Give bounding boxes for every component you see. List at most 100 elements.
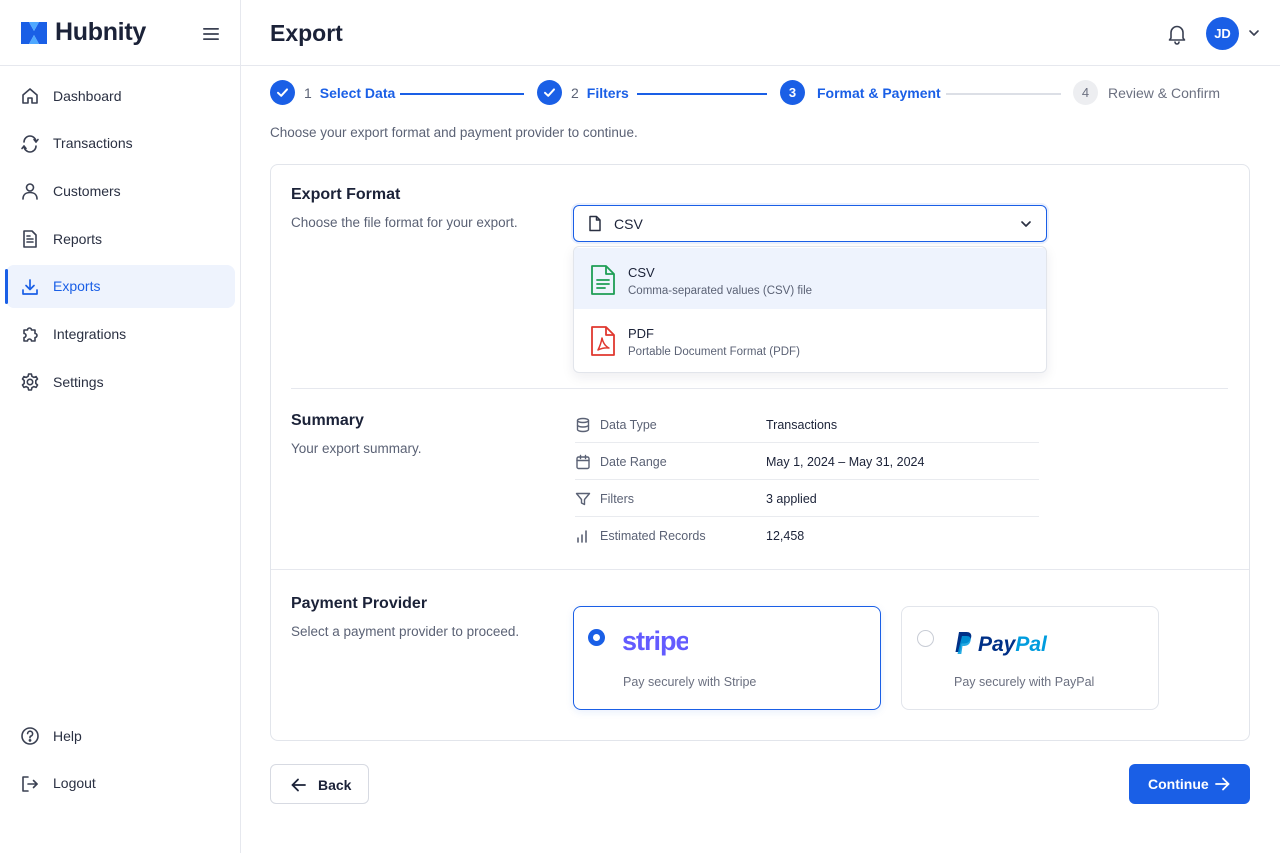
page-title: Export: [270, 20, 343, 46]
paypal-p-icon: [955, 632, 972, 654]
sidebar-nav: Dashboard Transactions Customers Reports…: [0, 74, 241, 408]
avatar[interactable]: JD: [1206, 17, 1239, 50]
payment-title: Payment Provider: [291, 595, 428, 612]
step-label: Filters: [586, 84, 629, 101]
summary-desc: Your export summary.: [291, 441, 422, 456]
sidebar-item-label: Exports: [53, 278, 101, 295]
summary-label: Date Range: [600, 455, 667, 469]
step-select-data[interactable]: 1 Select Data: [270, 80, 395, 105]
hubnity-logo-icon: [21, 22, 47, 44]
arrow-right-icon: [1215, 777, 1230, 791]
export-format-selected: CSV: [614, 216, 643, 232]
transactions-icon: [21, 134, 39, 153]
step-label: Review & Confirm: [1108, 84, 1221, 101]
summary-label: Filters: [600, 492, 635, 506]
format-option-csv[interactable]: CSV Comma-separated values (CSV) file: [574, 248, 1046, 309]
gear-icon: [21, 373, 39, 391]
payment-option-paypal[interactable]: PayPal Pay securely with PayPal: [901, 606, 1159, 710]
chevron-down-icon[interactable]: [1248, 27, 1260, 39]
bar-chart-icon: [577, 530, 587, 543]
sidebar-bottom: Help Logout: [0, 714, 241, 809]
check-icon: [270, 80, 295, 105]
paypal-logo: PayPal: [978, 633, 1048, 656]
step-number-badge: 3: [780, 80, 805, 105]
sidebar-item-label: Customers: [53, 182, 121, 199]
bell-icon[interactable]: [1167, 23, 1187, 45]
home-icon: [22, 88, 38, 104]
sidebar: Hubnity Dashboard Transactions Customers…: [0, 0, 241, 853]
step-review-confirm[interactable]: 4 Review & Confirm: [1073, 80, 1220, 105]
back-button-label: Back: [318, 777, 352, 793]
stripe-wordmark: stripe: [622, 626, 688, 656]
summary-value: 12,458: [766, 529, 805, 543]
step-number: 1: [304, 84, 312, 101]
format-option-pdf[interactable]: PDF Portable Document Format (PDF): [574, 309, 1046, 370]
sidebar-item-dashboard[interactable]: Dashboard: [6, 74, 235, 117]
payment-desc: Select a payment provider to proceed.: [291, 624, 520, 639]
paypal-wordmark: PayPal: [978, 633, 1048, 656]
arrow-left-icon: [291, 778, 306, 792]
stripe-radio[interactable]: [588, 629, 605, 646]
sidebar-item-label: Transactions: [53, 135, 133, 152]
page-subtitle: Choose your export format and payment pr…: [270, 125, 638, 140]
step-label: Select Data: [319, 84, 396, 101]
logout-icon: [22, 775, 38, 792]
step-connector: [400, 93, 524, 95]
sidebar-item-transactions[interactable]: Transactions: [6, 122, 235, 165]
report-icon: [23, 230, 37, 248]
option-title: CSV: [628, 265, 655, 280]
export-format-menu: CSV Comma-separated values (CSV) file PD…: [573, 246, 1047, 373]
payment-option-stripe[interactable]: stripe Pay securely with Stripe: [573, 606, 881, 710]
top-header: Export JD: [241, 0, 1280, 66]
export-format-select[interactable]: CSV: [573, 205, 1047, 242]
sidebar-item-label: Reports: [53, 230, 103, 247]
help-icon: [21, 727, 39, 745]
summary-value: Transactions: [766, 418, 838, 432]
hamburger-menu-icon[interactable]: [200, 24, 222, 44]
back-button[interactable]: Back: [270, 764, 369, 804]
step-connector: [637, 93, 767, 95]
option-description: Comma-separated values (CSV) file: [628, 285, 813, 297]
check-icon: [537, 80, 562, 105]
sidebar-item-customers[interactable]: Customers: [6, 169, 235, 212]
sidebar-item-logout[interactable]: Logout: [6, 762, 235, 805]
option-description: Portable Document Format (PDF): [628, 346, 800, 358]
summary-label: Data Type: [600, 418, 657, 432]
summary-row-filters: Filters 3 applied: [575, 480, 1039, 517]
database-icon: [576, 417, 590, 433]
continue-button-label: Continue: [1148, 776, 1209, 792]
paypal-radio[interactable]: [917, 630, 934, 647]
step-number: 2: [571, 84, 579, 101]
section-divider: [271, 569, 1249, 570]
sidebar-item-reports[interactable]: Reports: [6, 217, 235, 260]
sidebar-item-settings[interactable]: Settings: [6, 360, 235, 403]
file-icon: [589, 215, 601, 232]
export-format-desc: Choose the file format for your export.: [291, 215, 518, 230]
sidebar-item-exports[interactable]: Exports: [5, 264, 235, 308]
brand: Hubnity: [0, 0, 241, 66]
sidebar-item-label: Integrations: [53, 325, 127, 342]
puzzle-icon: [23, 327, 38, 343]
summary-value: May 1, 2024 – May 31, 2024: [766, 455, 925, 469]
sidebar-item-help[interactable]: Help: [6, 714, 235, 757]
sidebar-item-label: Settings: [53, 373, 104, 390]
step-label: Format & Payment: [817, 84, 941, 101]
user-icon: [22, 183, 38, 201]
sidebar-item-label: Dashboard: [53, 87, 122, 104]
export-format-title: Export Format: [291, 186, 401, 203]
download-icon: [22, 278, 38, 295]
step-filters[interactable]: 2 Filters: [537, 80, 629, 105]
brand-name: Hubnity: [55, 18, 146, 46]
summary-row-estimated-records: Estimated Records 12,458: [575, 517, 1039, 554]
chevron-down-icon: [1021, 221, 1031, 227]
continue-button[interactable]: Continue: [1129, 764, 1250, 804]
step-connector: [946, 93, 1061, 95]
option-title: PDF: [628, 326, 654, 341]
filter-icon: [575, 492, 591, 506]
pdf-file-icon: [591, 326, 615, 356]
summary-value: 3 applied: [766, 492, 817, 506]
csv-file-icon: [591, 265, 615, 295]
sidebar-item-integrations[interactable]: Integrations: [6, 312, 235, 355]
stripe-logo: stripe: [622, 626, 688, 656]
step-format-payment[interactable]: 3 Format & Payment: [780, 80, 941, 105]
